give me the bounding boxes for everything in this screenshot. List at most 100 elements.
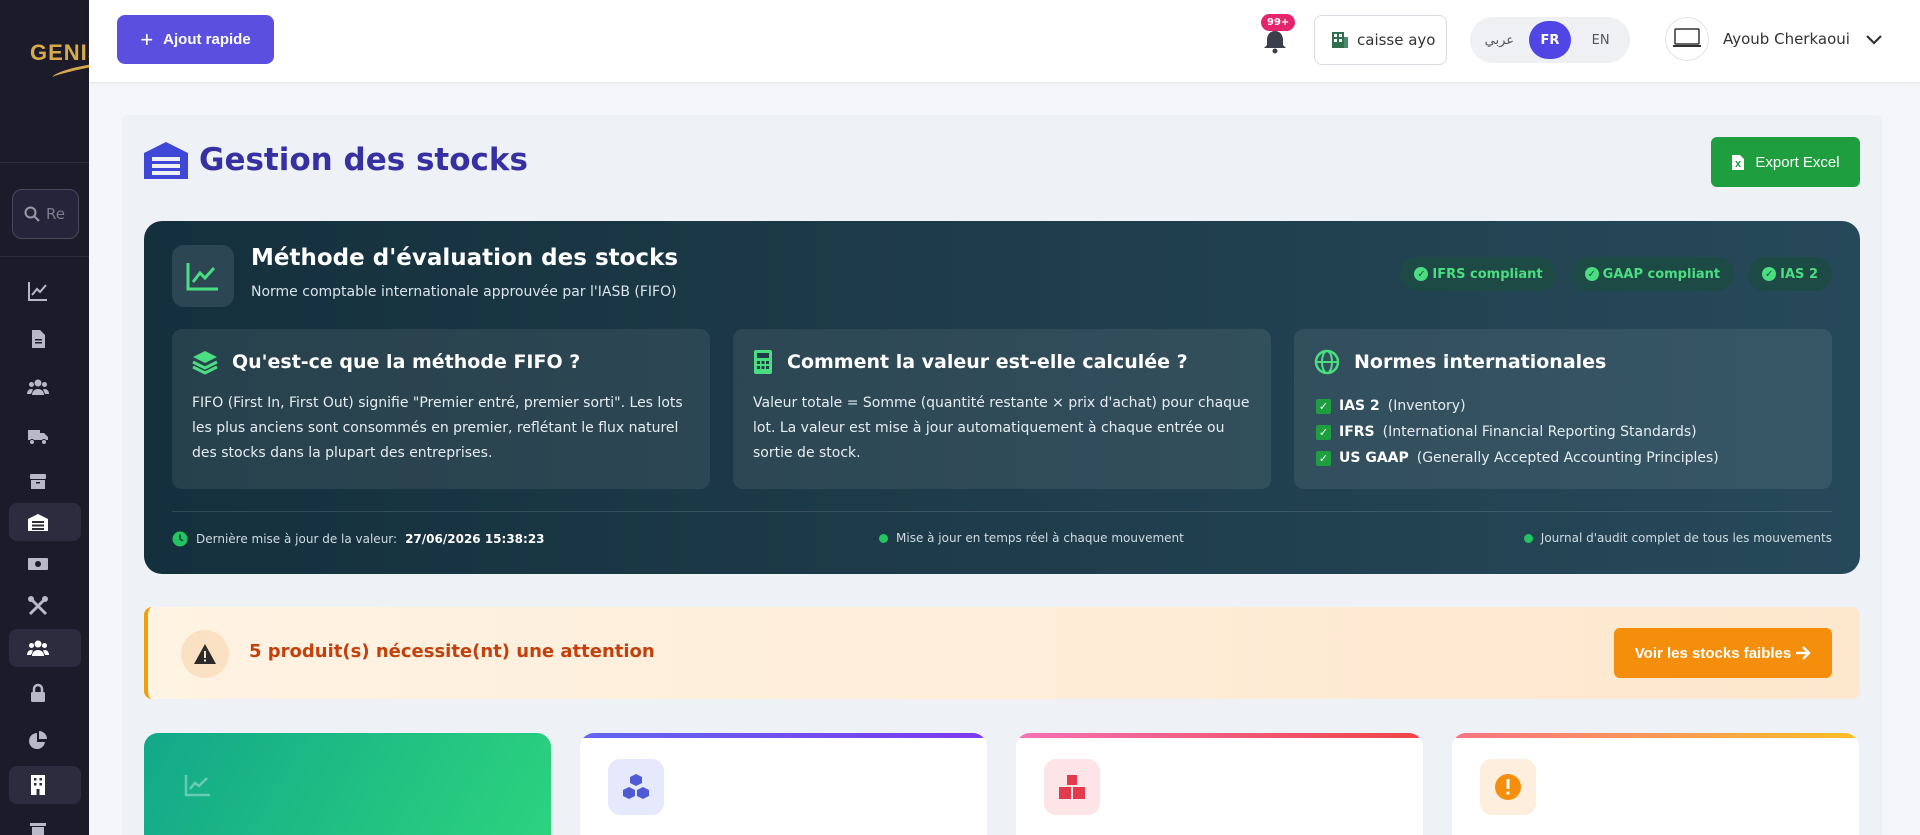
notification-badge: 99+ [1261, 14, 1296, 31]
user-menu[interactable]: Ayoub Cherkaoui [1665, 17, 1884, 61]
chart-line-icon [186, 263, 218, 291]
lang-option-ar[interactable]: عربي [1478, 21, 1520, 59]
norm-desc: (Inventory) [1387, 398, 1466, 414]
sidebar-item-security[interactable] [9, 674, 81, 712]
search-placeholder: Re [46, 205, 65, 223]
page-title: Gestion des stocks [199, 142, 528, 178]
sidebar-item-dashboard[interactable] [9, 272, 81, 310]
calc-title: Comment la valeur est-elle calculée ? [787, 351, 1188, 373]
sidebar-item-delivery[interactable] [9, 417, 81, 455]
badge-label: GAAP compliant [1602, 266, 1721, 282]
sidebar-search[interactable]: Re [12, 189, 79, 239]
norm-item: ✓ US GAAP (Generally Accepted Accounting P… [1316, 445, 1719, 471]
pie-chart-icon [29, 731, 47, 749]
norm-code: IFRS [1339, 424, 1375, 440]
calculator-icon [754, 350, 772, 374]
evaluation-title: Méthode d'évaluation des stocks [251, 245, 679, 271]
topbar: + Ajout rapide 99+ caisse ayo عربي FR EN… [89, 0, 1920, 83]
sidebar-item-trash[interactable] [9, 812, 81, 835]
trash-icon [30, 823, 46, 835]
stat-card-products [580, 733, 987, 835]
status-dot-icon [1523, 533, 1533, 543]
norm-item: ✓ IFRS (International Financial Reporting … [1316, 419, 1719, 445]
checkbox-icon: ✓ [1316, 450, 1331, 466]
realtime-note: Mise à jour en temps réel à chaque mouve… [879, 531, 1184, 545]
fifo-text: FIFO (First In, First Out) signifie "Pre… [192, 395, 683, 461]
globe-icon [1314, 349, 1340, 375]
user-group-icon [27, 640, 49, 656]
norm-item: ✓ IAS 2 (Inventory) [1316, 393, 1719, 419]
norm-desc: (International Financial Reporting Stand… [1382, 424, 1697, 440]
cubes-icon [623, 774, 649, 799]
warehouse-icon [144, 142, 188, 179]
sidebar-item-finance[interactable] [9, 545, 81, 583]
calc-text: Valeur totale = Somme (quantité restante… [753, 395, 1250, 461]
box-icon [30, 474, 46, 489]
user-name: Ayoub Cherkaoui [1723, 30, 1850, 48]
stat-card-value [144, 733, 551, 835]
check-circle-icon: ✓ [1762, 267, 1777, 281]
monitor-icon [1673, 28, 1701, 47]
evaluation-subtitle: Norme comptable internationale approuvée… [251, 284, 677, 300]
sidebar-item-clients[interactable] [9, 368, 81, 406]
chart-line-icon-box [172, 245, 234, 307]
lang-option-en[interactable]: EN [1580, 21, 1622, 59]
norms-list: ✓ IAS 2 (Inventory) ✓ IFRS (International Fi… [1316, 393, 1719, 471]
low-stock-alert: 5 produit(s) nécessite(nt) une attention… [144, 607, 1860, 699]
stat-accent [1016, 733, 1423, 738]
stat-icon-box [1480, 759, 1536, 815]
sidebar-item-products[interactable] [9, 462, 81, 500]
caisse-label: caisse ayo [1357, 31, 1436, 49]
alert-text: 5 produit(s) nécessite(nt) une attention [249, 641, 655, 662]
view-low-stock-button[interactable]: Voir les stocks faibles [1614, 628, 1832, 678]
sidebar-divider [0, 256, 89, 257]
audit-text: Journal d'audit complet de tous les mouv… [1540, 531, 1832, 545]
audit-note: Journal d'audit complet de tous les mouv… [1523, 531, 1832, 545]
stat-icon-box [608, 759, 664, 815]
sidebar-item-tools[interactable] [9, 587, 81, 625]
compliance-badges: ✓ IFRS compliant ✓ GAAP compliant ✓ IAS 2 [1400, 257, 1832, 291]
sidebar-item-company[interactable] [9, 766, 81, 804]
norms-title: Normes internationales [1354, 351, 1607, 373]
page-header: Gestion des stocks [143, 140, 528, 180]
export-excel-button[interactable]: X Export Excel [1711, 137, 1860, 187]
sidebar-item-employees[interactable] [9, 629, 81, 667]
truck-icon [28, 430, 48, 445]
checkbox-icon: ✓ [1316, 398, 1331, 414]
evaluation-card: Méthode d'évaluation des stocks Norme co… [144, 221, 1860, 574]
sidebar-item-reports[interactable] [9, 722, 81, 760]
chart-line-icon [28, 282, 47, 301]
stat-accent [580, 733, 987, 738]
logo[interactable]: GENIS [0, 0, 89, 163]
lock-icon [31, 683, 45, 702]
search-icon [24, 206, 40, 222]
sidebar-item-stocks[interactable] [9, 503, 81, 541]
sidebar-item-documents[interactable] [9, 320, 81, 358]
stat-card-low-stock [1452, 733, 1859, 835]
caisse-selector[interactable]: caisse ayo [1314, 15, 1447, 65]
realtime-text: Mise à jour en temps réel à chaque mouve… [896, 531, 1184, 545]
avatar [1665, 17, 1709, 61]
norm-code: IAS 2 [1339, 398, 1380, 414]
fifo-info-box: Qu'est-ce que la méthode FIFO ? FIFO (Fi… [172, 329, 710, 489]
stat-accent [1452, 733, 1859, 738]
document-icon [32, 330, 45, 348]
norm-code: US GAAP [1339, 450, 1409, 466]
excel-file-icon: X [1732, 154, 1745, 170]
language-switcher: عربي FR EN [1470, 17, 1630, 63]
fifo-title: Qu'est-ce que la méthode FIFO ? [232, 351, 581, 373]
stat-card-out-of-stock [1016, 733, 1423, 835]
sidebar: GENIS Re [0, 0, 89, 835]
badge-ifrs: ✓ IFRS compliant [1400, 257, 1557, 291]
building-icon [31, 775, 45, 795]
badge-gaap: ✓ GAAP compliant [1570, 257, 1735, 291]
clock-icon [172, 531, 188, 547]
status-dot-icon [879, 533, 888, 543]
quick-add-button[interactable]: + Ajout rapide [117, 15, 274, 64]
users-icon [27, 379, 49, 395]
warning-icon-box [181, 630, 229, 678]
warehouse-icon [28, 514, 48, 531]
chevron-down-icon [1866, 35, 1882, 45]
exclamation-circle-icon [1495, 774, 1521, 800]
lang-option-fr[interactable]: FR [1528, 21, 1571, 59]
